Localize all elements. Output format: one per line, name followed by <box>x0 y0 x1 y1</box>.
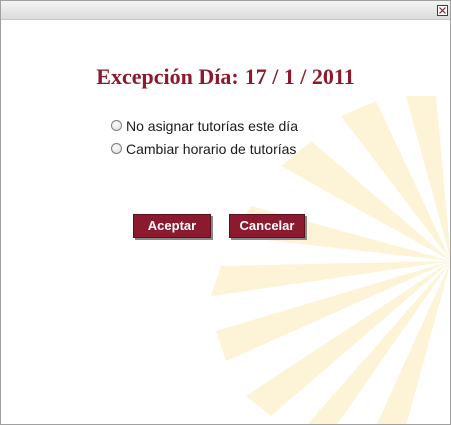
page-title: Excepción Día: 17 / 1 / 2011 <box>1 64 450 90</box>
close-button[interactable] <box>437 5 448 16</box>
radio-change-schedule[interactable] <box>111 143 122 154</box>
radio-no-assign[interactable] <box>111 120 122 131</box>
close-icon <box>439 7 446 14</box>
accept-button[interactable]: Aceptar <box>133 214 211 238</box>
option-group: No asignar tutorías este día Cambiar hor… <box>111 114 298 160</box>
exception-dialog: Excepción Día: 17 / 1 / 2011 No asignar t… <box>0 0 451 425</box>
cancel-button[interactable]: Cancelar <box>229 214 305 238</box>
option-no-assign[interactable]: No asignar tutorías este día <box>111 114 298 137</box>
option-change-schedule[interactable]: Cambiar horario de tutorías <box>111 137 298 160</box>
option-change-schedule-label: Cambiar horario de tutorías <box>126 140 297 157</box>
option-no-assign-label: No asignar tutorías este día <box>126 117 298 134</box>
dialog-titlebar <box>1 1 450 20</box>
title-prefix: Excepción Día: <box>96 64 239 89</box>
exception-date: 17 / 1 / 2011 <box>244 64 355 89</box>
